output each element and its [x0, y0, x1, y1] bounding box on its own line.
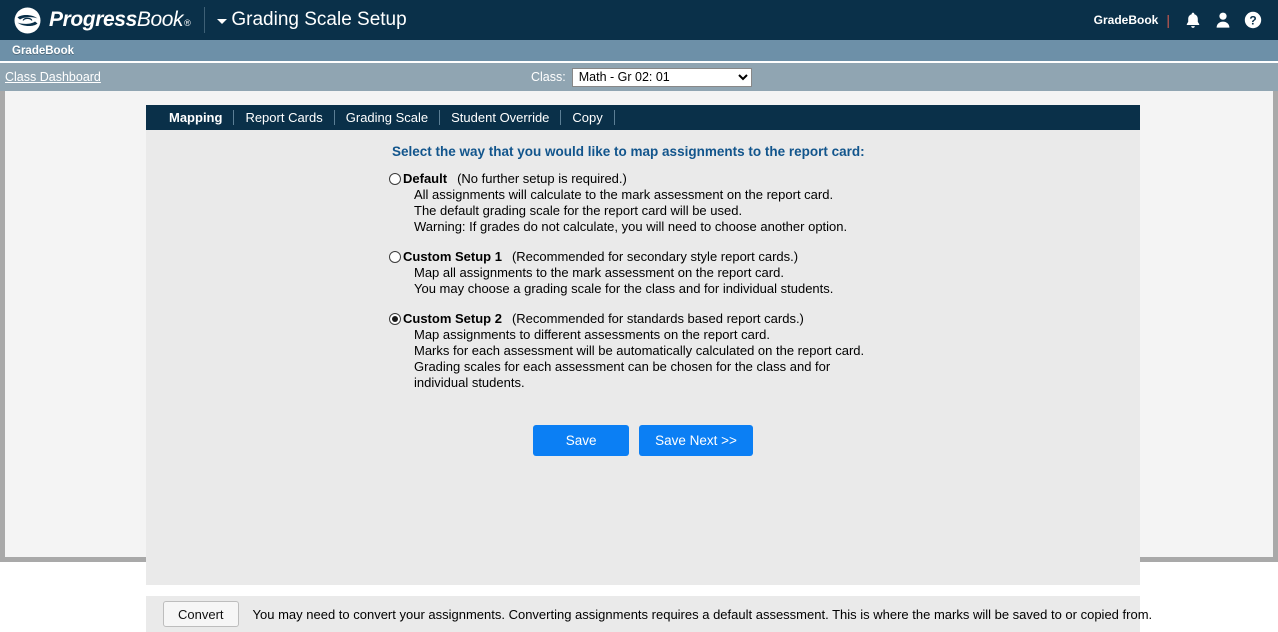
class-select[interactable]: Math - Gr 02: 01	[571, 67, 752, 87]
tab-mapping[interactable]: Mapping	[158, 105, 233, 130]
mapping-options-group: Default (No further setup is required.) Al…	[389, 171, 1089, 405]
brand-trademark: ®	[184, 18, 191, 28]
convert-button[interactable]: Convert	[163, 601, 239, 627]
convert-help-text: You may need to convert your assignments…	[252, 606, 1153, 622]
option-custom-setup-1[interactable]: Custom Setup 1 (Recommended for secondary…	[389, 249, 1089, 297]
option-description-line: Warning: If grades do not calculate, you…	[414, 219, 848, 234]
page-body-frame: Mapping Report Cards Grading Scale Student …	[0, 91, 1278, 632]
option-title: Custom Setup 2	[403, 311, 502, 326]
brand-logo[interactable]: ProgressBook®	[14, 7, 191, 34]
brand-wordmark: ProgressBook®	[49, 8, 191, 32]
option-description-line: Marks for each assessment will be automa…	[414, 343, 865, 358]
notifications-icon[interactable]	[1178, 11, 1208, 29]
option-description-line: You may choose a grading scale for the c…	[414, 281, 834, 296]
option-description-line: The default grading scale for the report…	[414, 203, 743, 218]
tab-report-cards[interactable]: Report Cards	[234, 105, 333, 130]
option-description: Map all assignments to the mark assessme…	[414, 265, 1089, 297]
header-separator: |	[1166, 12, 1170, 28]
mapping-panel: Select the way that you would like to ma…	[146, 130, 1140, 585]
module-bar: GradeBook	[0, 40, 1278, 63]
tab-student-override[interactable]: Student Override	[440, 105, 560, 130]
help-icon[interactable]: ?	[1238, 11, 1268, 29]
brand-wordmark-primary: Progress	[49, 8, 137, 31]
panel-heading: Select the way that you would like to ma…	[392, 144, 865, 159]
class-label: Class:	[531, 70, 566, 84]
option-title: Custom Setup 1	[403, 249, 502, 264]
option-description-line: individual students.	[414, 375, 525, 390]
option-note: (Recommended for secondary style report …	[511, 249, 799, 264]
save-button[interactable]: Save	[533, 425, 630, 456]
breadcrumb-class-dashboard-link[interactable]: Class Dashboard	[5, 70, 101, 84]
svg-text:?: ?	[1249, 14, 1256, 28]
tab-separator	[613, 110, 615, 125]
page-title-menu[interactable]: Grading Scale Setup	[217, 9, 407, 31]
radio-custom-setup-2[interactable]	[389, 313, 401, 325]
convert-bar: Convert You may need to convert your ass…	[146, 596, 1152, 632]
option-title: Default	[403, 171, 448, 186]
option-custom-setup-2[interactable]: Custom Setup 2 (Recommended for standards…	[389, 311, 1089, 391]
header-user-label: GradeBook	[1093, 13, 1159, 27]
chevron-down-icon[interactable]	[217, 18, 228, 24]
tab-strip: Mapping Report Cards Grading Scale Student …	[146, 105, 1140, 130]
option-description-line: All assignments will calculate to the ma…	[414, 187, 834, 202]
option-header: Custom Setup 2 (Recommended for standards…	[389, 311, 1089, 327]
context-bar: Class Dashboard Class: Math - Gr 02: 01	[0, 63, 1278, 91]
module-bar-label: GradeBook	[12, 44, 74, 57]
option-note: (Recommended for standards based report …	[511, 311, 804, 326]
tab-copy[interactable]: Copy	[561, 105, 613, 130]
panel-actions: Save Save Next >>	[146, 425, 1140, 456]
option-default[interactable]: Default (No further setup is required.) Al…	[389, 171, 1089, 235]
class-picker: Class: Math - Gr 02: 01	[531, 67, 752, 87]
option-header: Custom Setup 1 (Recommended for secondary…	[389, 249, 1089, 265]
header-actions: GradeBook | ?	[1094, 11, 1268, 29]
option-description-line: Map all assignments to the mark assessme…	[414, 265, 784, 280]
option-description: All assignments will calculate to the ma…	[414, 187, 1089, 235]
option-description: Map assignments to different assessments…	[414, 327, 1089, 391]
save-next-button[interactable]: Save Next >>	[639, 425, 753, 456]
tab-grading-scale[interactable]: Grading Scale	[335, 105, 439, 130]
progressbook-logo-icon	[14, 7, 41, 34]
option-header: Default (No further setup is required.)	[389, 171, 1089, 187]
header-divider	[204, 7, 206, 33]
option-note: (No further setup is required.)	[457, 171, 627, 186]
radio-default[interactable]	[389, 173, 401, 185]
page-title: Grading Scale Setup	[231, 9, 407, 30]
app-header: ProgressBook® Grading Scale Setup GradeB…	[0, 0, 1278, 40]
option-description-line: Map assignments to different assessments…	[414, 327, 770, 342]
option-description-line: Grading scales for each assessment can b…	[414, 359, 831, 374]
user-account-icon[interactable]	[1208, 11, 1238, 29]
radio-custom-setup-1[interactable]	[389, 251, 401, 263]
brand-wordmark-secondary: Book	[136, 8, 184, 31]
